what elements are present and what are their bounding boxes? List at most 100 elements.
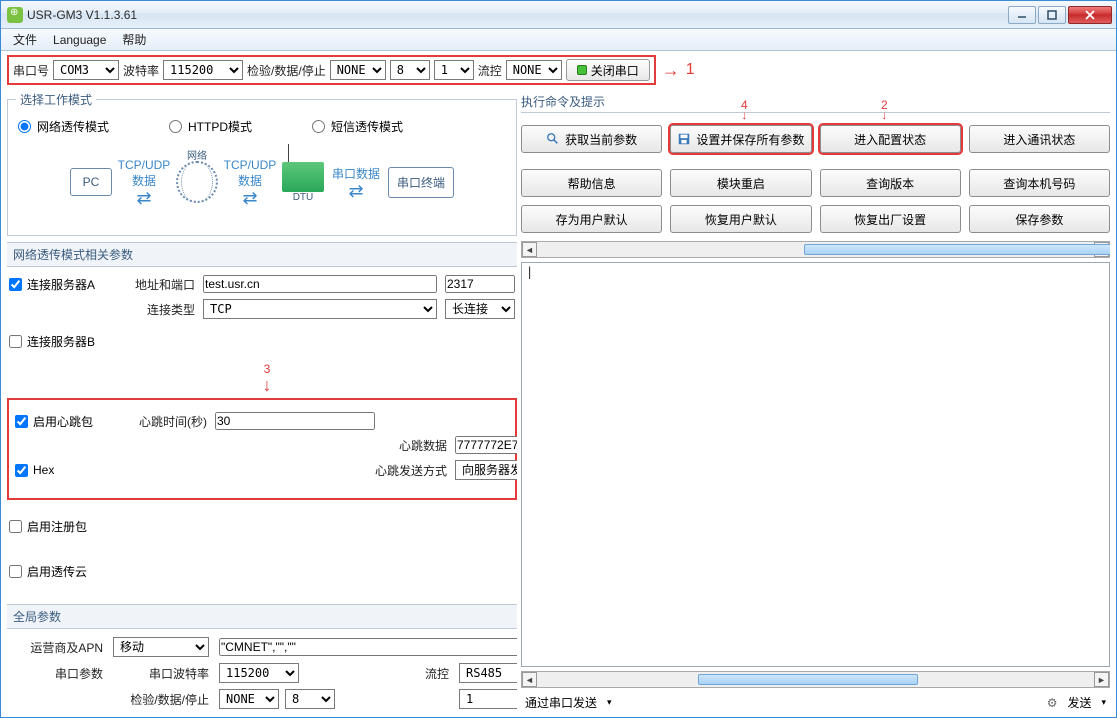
global-header: 全局参数 — [7, 604, 517, 629]
sn-button[interactable]: 查询本机号码 — [969, 169, 1110, 197]
cloud-check[interactable]: 启用透传云 — [7, 555, 517, 598]
annotation-2: 2↓ — [881, 99, 888, 121]
hb-send-select[interactable]: 向服务器发送心跳包 — [455, 460, 517, 480]
conntype-select[interactable]: TCP — [203, 299, 437, 319]
scroll-left-icon[interactable]: ◄ — [522, 672, 537, 687]
port-select[interactable]: COM3 — [53, 60, 119, 80]
left-panel: 选择工作模式 网络透传模式 HTTPD模式 短信透传模式 PC TCP/UDP数… — [7, 91, 517, 713]
factory-button[interactable]: 恢复出厂设置 — [820, 205, 961, 233]
register-check[interactable]: 启用注册包 — [7, 510, 517, 553]
dropdown-icon[interactable]: ▾ — [607, 697, 612, 708]
send-via-label: 通过串口发送 — [525, 694, 597, 711]
mode-radios: 网络透传模式 HTTPD模式 短信透传模式 — [16, 114, 508, 139]
load-user-button[interactable]: 恢复用户默认 — [670, 205, 811, 233]
mode-net-radio[interactable]: 网络透传模式 — [18, 118, 109, 135]
uart-label: 串口参数 — [7, 665, 103, 682]
hex-check[interactable]: Hex — [15, 463, 115, 477]
send-label[interactable]: 发送 — [1067, 694, 1091, 711]
scroll-thumb[interactable] — [804, 244, 1110, 255]
enter-comm-button[interactable]: 进入通讯状态 — [969, 125, 1110, 153]
log-textarea[interactable]: | — [521, 262, 1110, 667]
annotation-3: 3↓ — [257, 358, 277, 394]
stopbits-select[interactable]: 1 — [434, 60, 474, 80]
app-icon — [7, 7, 23, 23]
parity-label: 检验/数据/停止 — [247, 62, 326, 79]
maximize-button[interactable] — [1038, 6, 1066, 24]
hb-time-label: 心跳时间(秒) — [123, 413, 207, 430]
get-params-button[interactable]: 获取当前参数 — [521, 125, 662, 153]
mode-fieldset: 选择工作模式 网络透传模式 HTTPD模式 短信透传模式 PC TCP/UDP数… — [7, 91, 517, 236]
window-controls — [1008, 6, 1112, 24]
global-grid: 运营商及APN 移动 串口参数 串口波特率 115200 流控 RS485 检验… — [7, 631, 517, 713]
scroll-right-icon[interactable]: ► — [1094, 672, 1109, 687]
mode-sms-radio[interactable]: 短信透传模式 — [312, 118, 403, 135]
dtu-icon — [282, 162, 324, 192]
uart-data-select[interactable]: 8 — [285, 689, 335, 709]
baud-select[interactable]: 115200 — [163, 60, 243, 80]
dropdown-icon[interactable]: ▾ — [1101, 697, 1106, 708]
terminal-node: 串口终端 — [388, 167, 454, 198]
addr-input[interactable] — [203, 275, 437, 293]
window-title: USR-GM3 V1.1.3.61 — [27, 8, 1008, 22]
menu-file[interactable]: 文件 — [5, 31, 45, 48]
server-a-grid: 连接服务器A 地址和端口 连接类型 TCP 长连接 — [7, 269, 517, 325]
restart-button[interactable]: 模块重启 — [670, 169, 811, 197]
titlebar: USR-GM3 V1.1.3.61 — [1, 1, 1116, 29]
menu-language[interactable]: Language — [45, 33, 114, 47]
addr-label: 地址和端口 — [117, 276, 195, 293]
server-a-check[interactable]: 连接服务器A — [9, 276, 109, 293]
led-icon — [577, 65, 587, 75]
connmode-select[interactable]: 长连接 — [445, 299, 515, 319]
databits-select[interactable]: 8 — [390, 60, 430, 80]
uart-baud-select[interactable]: 115200 — [219, 663, 299, 683]
hscroll-bottom[interactable]: ◄► — [521, 671, 1110, 688]
mode-title: 选择工作模式 — [16, 91, 96, 108]
menubar: 文件 Language 帮助 — [1, 29, 1116, 51]
globe-icon: 网络 — [176, 161, 218, 203]
mode-httpd-radio[interactable]: HTTPD模式 — [169, 118, 252, 135]
arrow-icon: ⇄ — [242, 189, 257, 207]
menu-help[interactable]: 帮助 — [114, 31, 154, 48]
flow-label: 流控 — [478, 62, 502, 79]
carrier-select[interactable]: 移动 — [113, 637, 209, 657]
arrow-icon: ⇄ — [348, 182, 363, 200]
annotation-1-arrow: → — [662, 61, 680, 79]
apn-input[interactable] — [219, 638, 517, 656]
baud-label: 波特率 — [123, 62, 159, 79]
server-b-check[interactable]: 连接服务器B — [7, 327, 517, 356]
hb-time-input[interactable] — [215, 412, 375, 430]
uart-baud-label: 串口波特率 — [113, 665, 209, 682]
scroll-left-icon[interactable]: ◄ — [522, 242, 537, 257]
conntype-label: 连接类型 — [117, 301, 195, 318]
close-serial-button[interactable]: 关闭串口 — [566, 59, 650, 81]
parity-select[interactable]: NONE — [330, 60, 386, 80]
save-icon — [677, 132, 691, 146]
cmd-buttons: 获取当前参数 设置并保存所有参数 进入配置状态 进入通讯状态 — [521, 125, 1110, 153]
topology-diagram: PC TCP/UDP数据⇄ 网络 TCP/UDP数据⇄ DTU 串口数据⇄ 串口… — [16, 139, 508, 225]
right-footer: 通过串口发送 ▾ ⚙ 发送 ▾ — [521, 692, 1110, 713]
enter-config-button[interactable]: 进入配置状态 — [820, 125, 961, 153]
net-params-header: 网络透传模式相关参数 — [7, 242, 517, 267]
hb-data-input[interactable] — [455, 436, 517, 454]
save-params-button[interactable]: 保存参数 — [969, 205, 1110, 233]
uart-parity-label: 检验/数据/停止 — [113, 691, 209, 708]
gear-icon[interactable]: ⚙ — [1047, 696, 1058, 710]
main-split: 选择工作模式 网络透传模式 HTTPD模式 短信透传模式 PC TCP/UDP数… — [7, 91, 1110, 713]
arrow-icon: ⇄ — [136, 189, 151, 207]
minimize-button[interactable] — [1008, 6, 1036, 24]
version-button[interactable]: 查询版本 — [820, 169, 961, 197]
close-button[interactable] — [1068, 6, 1112, 24]
heartbeat-check[interactable]: 启用心跳包 — [15, 413, 115, 430]
port-input[interactable] — [445, 275, 515, 293]
save-user-button[interactable]: 存为用户默认 — [521, 205, 662, 233]
uart-stop-select[interactable]: 1 — [459, 689, 517, 709]
uart-flow-select[interactable]: RS485 — [459, 663, 517, 683]
hscroll-top[interactable]: ◄► — [521, 241, 1110, 258]
scroll-thumb[interactable] — [698, 674, 918, 685]
flow-select[interactable]: NONE — [506, 60, 562, 80]
uart-parity-select[interactable]: NONE — [219, 689, 279, 709]
serial-config-row: 串口号 COM3 波特率 115200 检验/数据/停止 NONE 8 1 流控… — [7, 55, 656, 85]
set-all-button[interactable]: 设置并保存所有参数 — [670, 125, 811, 153]
port-label: 串口号 — [13, 62, 49, 79]
help-button[interactable]: 帮助信息 — [521, 169, 662, 197]
